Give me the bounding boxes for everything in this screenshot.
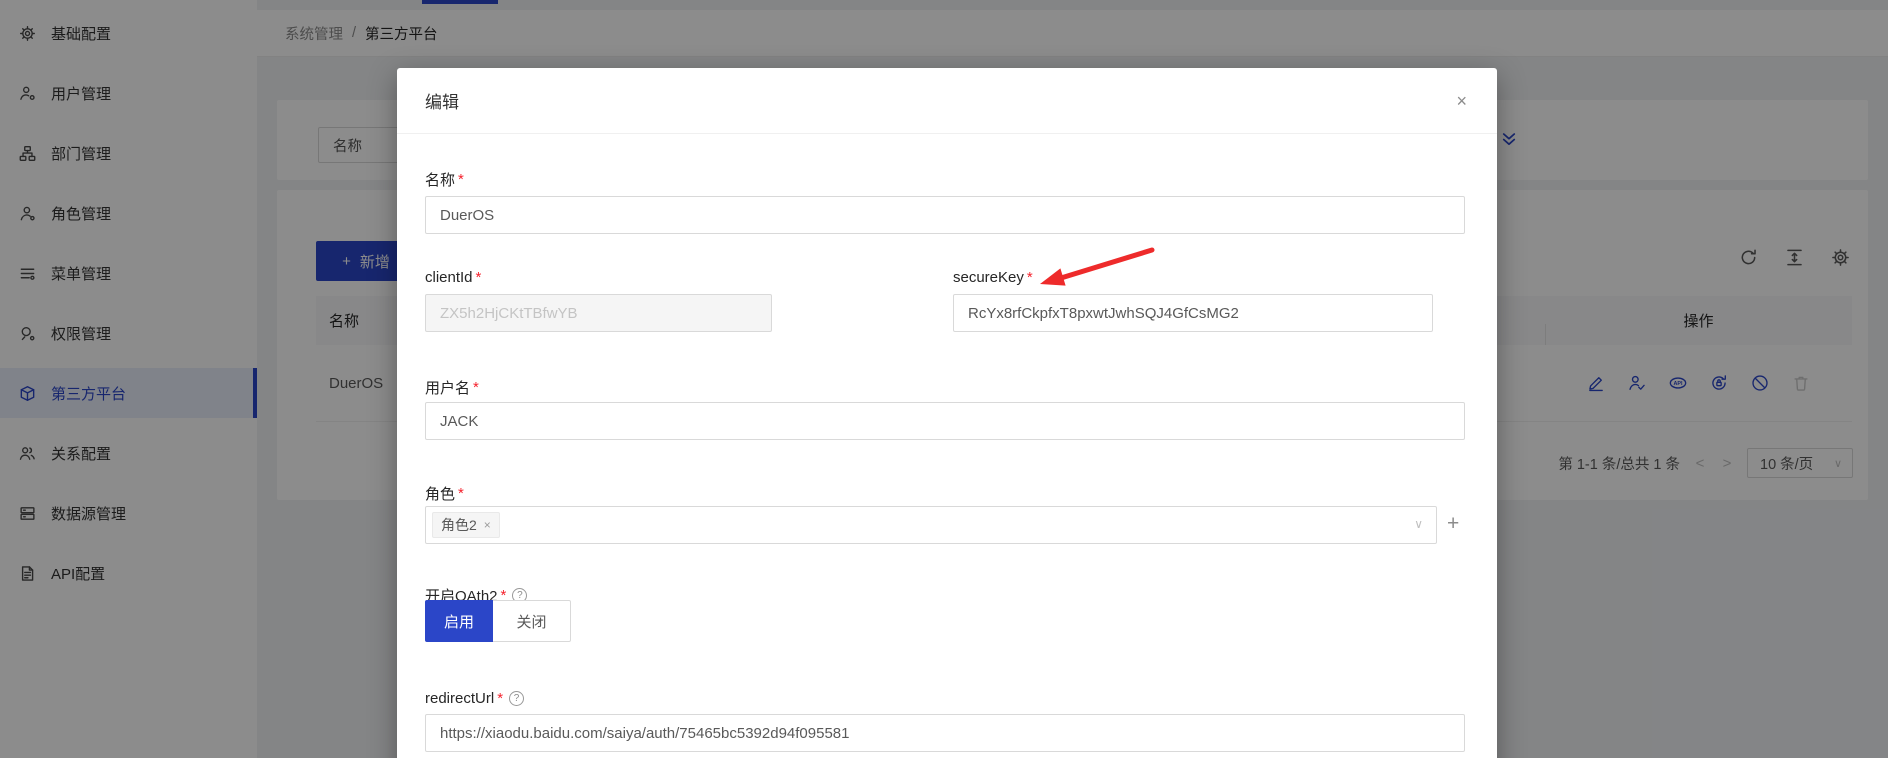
role-tag: 角色2 × [432,512,500,538]
help-icon[interactable]: ? [509,691,524,706]
add-role-plus-icon[interactable]: + [1447,513,1459,534]
required-mark: * [497,690,503,707]
required-mark: * [1027,269,1033,286]
oauth2-disable-button[interactable]: 关闭 [493,600,571,642]
tag-close-icon[interactable]: × [484,518,491,532]
redirect-url-input[interactable]: https://xiaodu.baidu.com/saiya/auth/7546… [425,714,1465,752]
client-id-input: ZX5h2HjCKtTBfwYB [425,294,772,332]
modal-header: 编辑 [397,68,1497,134]
secure-key-label: secureKey* [953,267,1033,287]
secure-key-input[interactable]: RcYx8rfCkpfxT8pxwtJwhSQJ4GfCsMG2 [953,294,1433,332]
required-mark: * [458,171,464,188]
name-label: 名称* [425,169,464,189]
redirect-url-label: redirectUrl* ? [425,688,524,708]
role-label: 角色* [425,483,464,503]
close-icon[interactable]: × [1456,92,1467,110]
edit-modal: 编辑 × 名称* DuerOS clientId* ZX5h2HjCKtTBfw… [397,68,1497,758]
required-mark: * [473,379,479,396]
required-mark: * [458,485,464,502]
modal-title: 编辑 [425,88,459,113]
role-select[interactable]: 角色2 × ∨ [425,506,1437,544]
chevron-down-icon: ∨ [1414,517,1423,531]
name-input[interactable]: DuerOS [425,196,1465,234]
username-label: 用户名* [425,377,479,397]
username-input[interactable]: JACK [425,402,1465,440]
client-id-label: clientId* [425,267,481,287]
app-window: 基础配置 用户管理 部门管理 角色管理 菜单管理 权限管理 第三方平台 关系配 [0,0,1888,758]
oauth2-enable-button[interactable]: 启用 [425,600,493,642]
required-mark: * [476,269,482,286]
oauth2-radio-group: 启用 关闭 [425,600,571,642]
